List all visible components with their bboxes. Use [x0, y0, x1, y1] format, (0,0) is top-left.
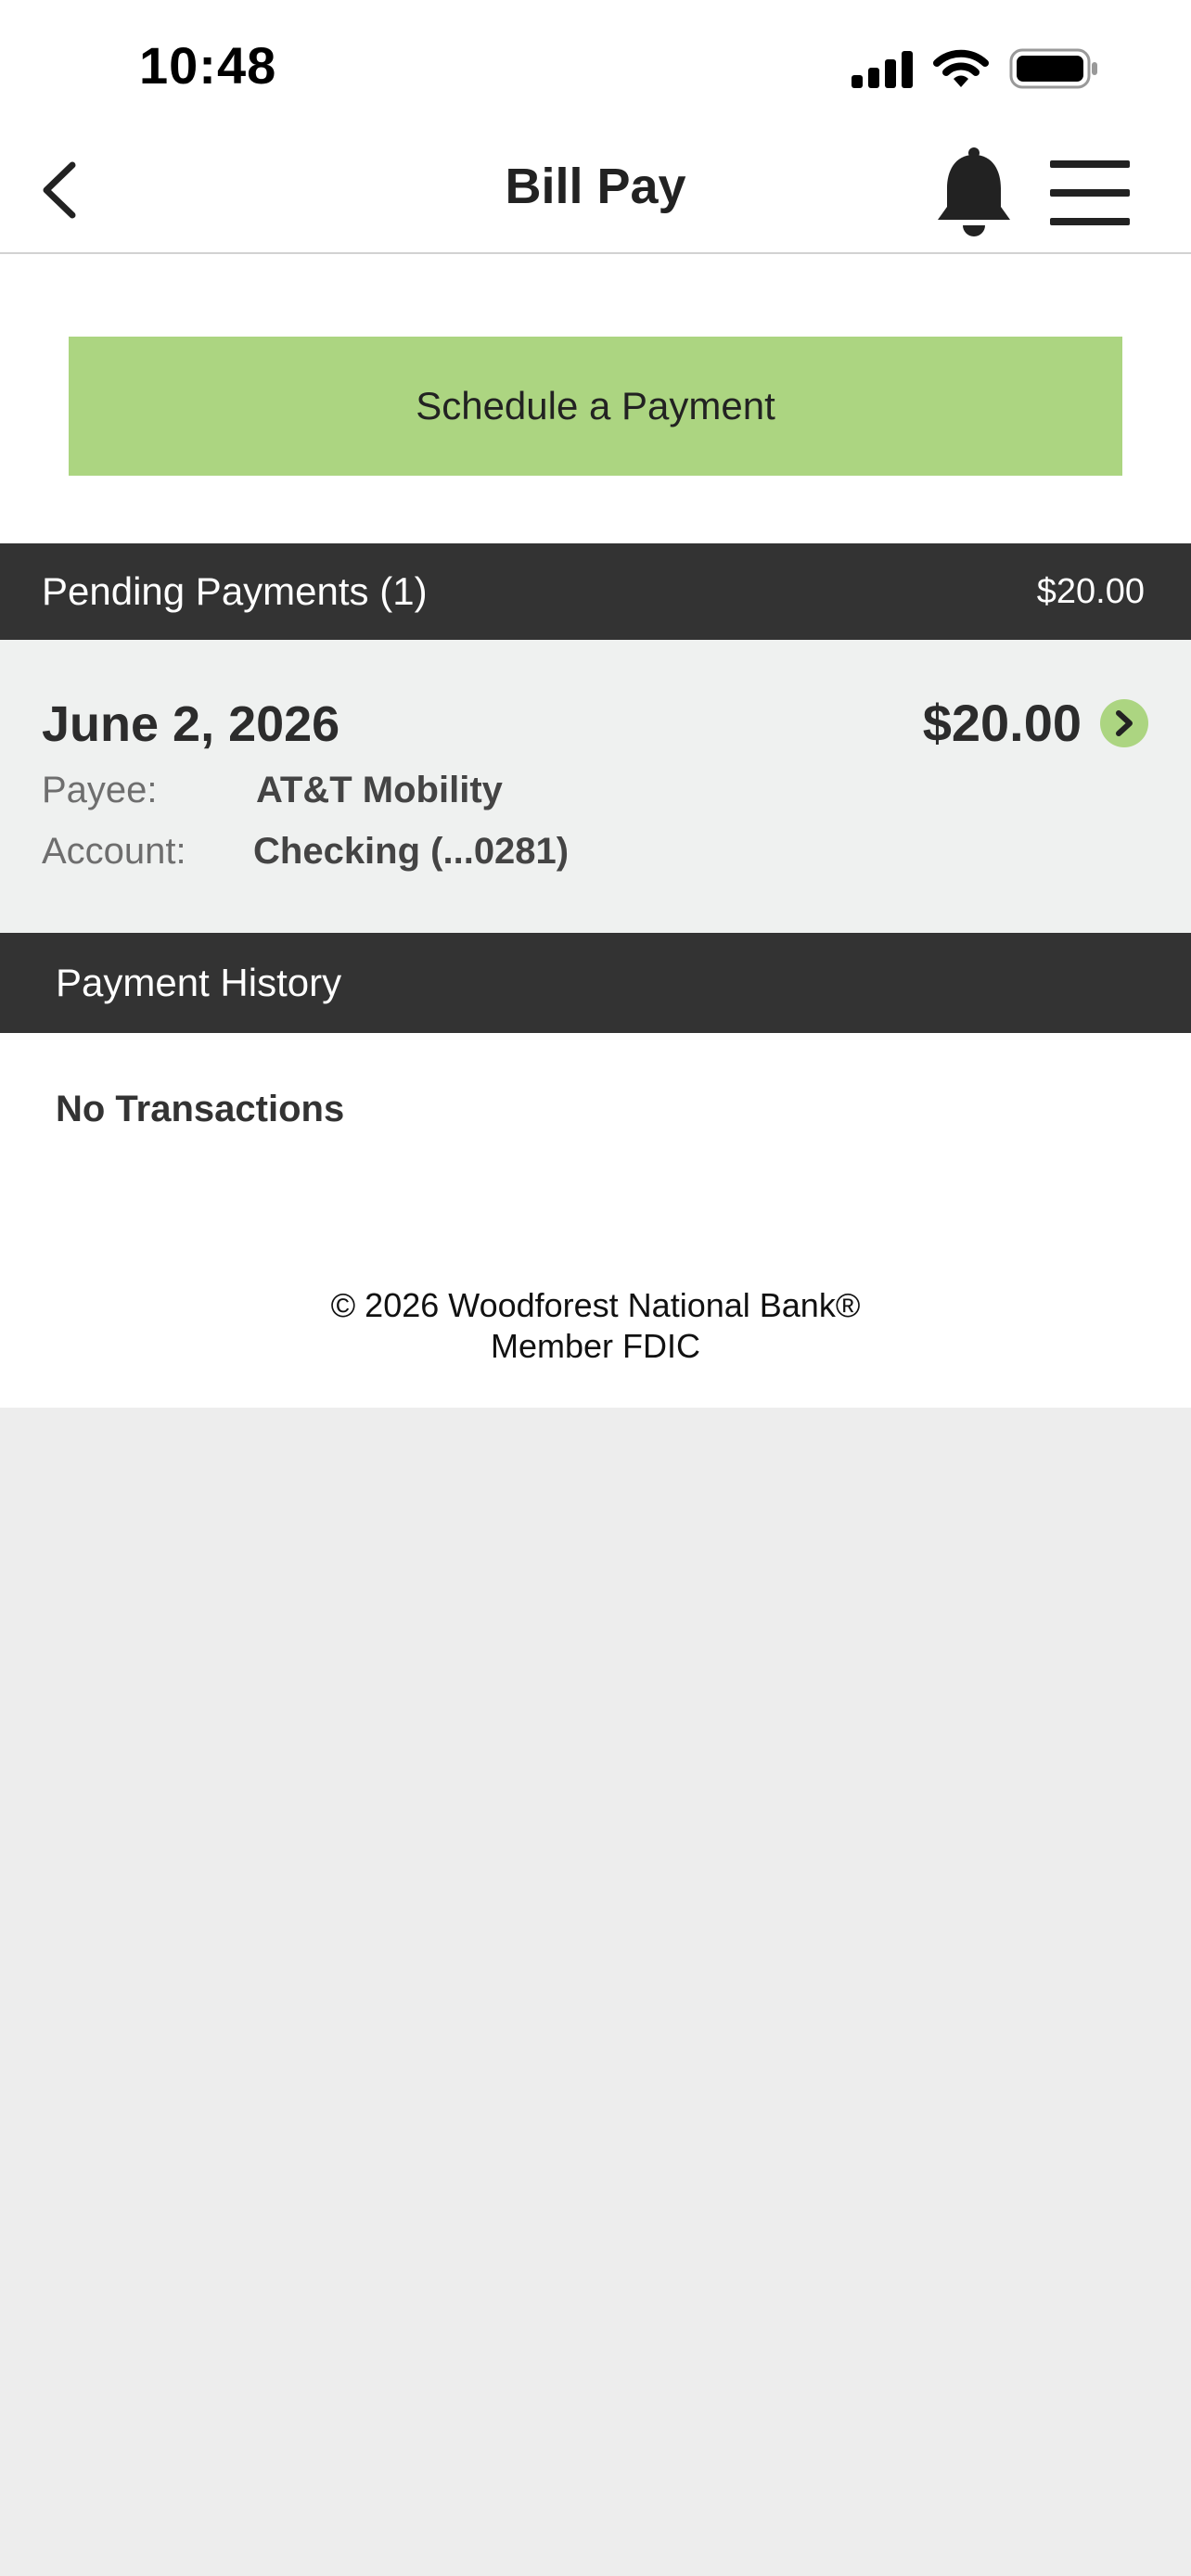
pending-payments-title: Pending Payments (1): [42, 569, 428, 613]
payment-history-section: No Transactions © 2026 Woodforest Nation…: [0, 1033, 1191, 1408]
payee-label: Payee:: [42, 770, 158, 810]
app-header: Bill Pay: [0, 130, 1191, 254]
schedule-payment-button[interactable]: Schedule a Payment: [69, 337, 1122, 476]
pending-payments-header: Pending Payments (1) $20.00: [0, 543, 1191, 640]
hamburger-menu-icon: [1050, 160, 1130, 225]
menu-button[interactable]: [1048, 158, 1132, 228]
footer-copyright: © 2026 Woodforest National Bank®: [330, 1286, 861, 1324]
pending-payments-total: $20.00: [1036, 572, 1145, 611]
account-value: Checking (...0281): [253, 831, 570, 872]
chevron-right-icon: [1116, 710, 1133, 736]
payee-value: AT&T Mobility: [256, 770, 503, 810]
battery-icon: [1009, 48, 1098, 94]
status-icons: [852, 48, 1098, 94]
pending-payment-item[interactable]: June 2, 2026 $20.00 Payee: AT&T Mobility…: [0, 640, 1191, 933]
payment-detail-button[interactable]: [1100, 699, 1148, 747]
account-label: Account:: [42, 831, 186, 872]
cellular-signal-icon: [852, 49, 913, 93]
schedule-section: Schedule a Payment: [0, 254, 1191, 543]
no-transactions-text: No Transactions: [56, 1089, 345, 1129]
notifications-button[interactable]: [929, 143, 1018, 241]
footer: © 2026 Woodforest National Bank® Member …: [0, 1285, 1191, 1367]
payment-history-header: Payment History: [0, 933, 1191, 1033]
payment-amount: $20.00: [922, 694, 1082, 752]
status-time: 10:48: [139, 36, 277, 95]
payment-history-title: Payment History: [56, 961, 342, 1004]
wifi-icon: [933, 48, 989, 94]
footer-member-fdic: Member FDIC: [490, 1327, 701, 1365]
payment-date: June 2, 2026: [42, 696, 340, 752]
bell-icon: [938, 147, 1010, 236]
status-bar: 10:48: [0, 0, 1191, 130]
